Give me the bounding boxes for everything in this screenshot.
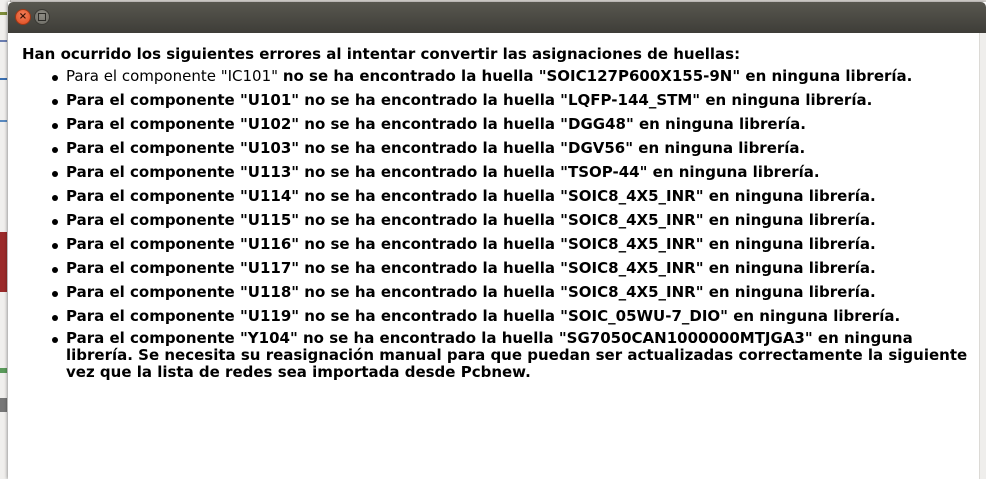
bullet-icon xyxy=(52,243,58,249)
list-item: Para el componente "U114" no se ha encon… xyxy=(48,186,968,206)
list-item: Para el componente "U115" no se ha encon… xyxy=(48,210,968,230)
list-item-text: Para el componente "U101" no se ha encon… xyxy=(66,91,873,109)
bullet-icon xyxy=(52,123,58,129)
maximize-icon xyxy=(38,13,46,21)
list-item: Para el componente "U117" no se ha encon… xyxy=(48,258,968,278)
bullet-icon xyxy=(52,195,58,201)
bullet-icon xyxy=(52,291,58,297)
background-mark xyxy=(0,78,7,80)
list-item: Para el componente "U102" no se ha encon… xyxy=(48,114,968,134)
list-item-text: Para el componente "Y104" no se ha encon… xyxy=(66,329,968,381)
list-item-text: Para el componente "U113" no se ha encon… xyxy=(66,163,820,181)
list-item: Para el componente "U113" no se ha encon… xyxy=(48,162,968,182)
bullet-icon xyxy=(52,99,58,105)
background-mark xyxy=(0,232,7,292)
list-item-text: Para el componente "U102" no se ha encon… xyxy=(66,115,806,133)
list-item-text: Para el componente "U116" no se ha encon… xyxy=(66,235,876,253)
background-mark xyxy=(0,398,7,412)
bullet-icon xyxy=(52,171,58,177)
background-mark xyxy=(0,12,7,15)
message-area: Han ocurrido los siguientes errores al i… xyxy=(8,33,978,479)
maximize-window-button[interactable] xyxy=(34,9,50,25)
list-item: Para el componente "U101" no se ha encon… xyxy=(48,90,968,110)
list-item: Para el componente "U103" no se ha encon… xyxy=(48,138,968,158)
list-item-emphasis: no se ha encontrado la huella "SOIC127P6… xyxy=(282,67,913,85)
bullet-icon xyxy=(52,337,58,343)
list-item: Para el componente "Y104" no se ha encon… xyxy=(48,330,968,381)
list-item-text: Para el componente "U118" no se ha encon… xyxy=(66,283,876,301)
list-item-text: Para el componente "U117" no se ha encon… xyxy=(66,259,876,277)
list-item: Para el componente "U116" no se ha encon… xyxy=(48,234,968,254)
bullet-icon xyxy=(52,267,58,273)
background-mark xyxy=(0,40,7,42)
list-item-text: Para el componente "U119" no se ha encon… xyxy=(66,307,901,325)
vertical-scrollbar[interactable] xyxy=(979,33,986,479)
background-mark xyxy=(0,120,7,122)
background-mark xyxy=(0,368,7,373)
error-list: Para el componente "IC101" no se ha enco… xyxy=(48,66,968,385)
window-titlebar[interactable]: × xyxy=(8,2,986,33)
bullet-icon xyxy=(52,315,58,321)
list-item: Para el componente "IC101" no se ha enco… xyxy=(48,66,968,86)
list-item: Para el componente "U118" no se ha encon… xyxy=(48,282,968,302)
bullet-icon xyxy=(52,219,58,225)
bullet-icon xyxy=(52,75,58,81)
close-window-button[interactable]: × xyxy=(15,9,31,25)
list-item-text: Para el componente "U103" no se ha encon… xyxy=(66,139,806,157)
list-item: Para el componente "U119" no se ha encon… xyxy=(48,306,968,326)
list-item-prefix: Para el componente "IC101" xyxy=(66,67,283,85)
error-dialog-window: × Han ocurrido los siguientes errores al… xyxy=(8,2,986,479)
list-item-text: Para el componente "U114" no se ha encon… xyxy=(66,187,876,205)
bullet-icon xyxy=(52,147,58,153)
error-heading: Han ocurrido los siguientes errores al i… xyxy=(22,45,741,63)
close-icon: × xyxy=(18,11,28,22)
list-item-text: Para el componente "U115" no se ha encon… xyxy=(66,211,876,229)
